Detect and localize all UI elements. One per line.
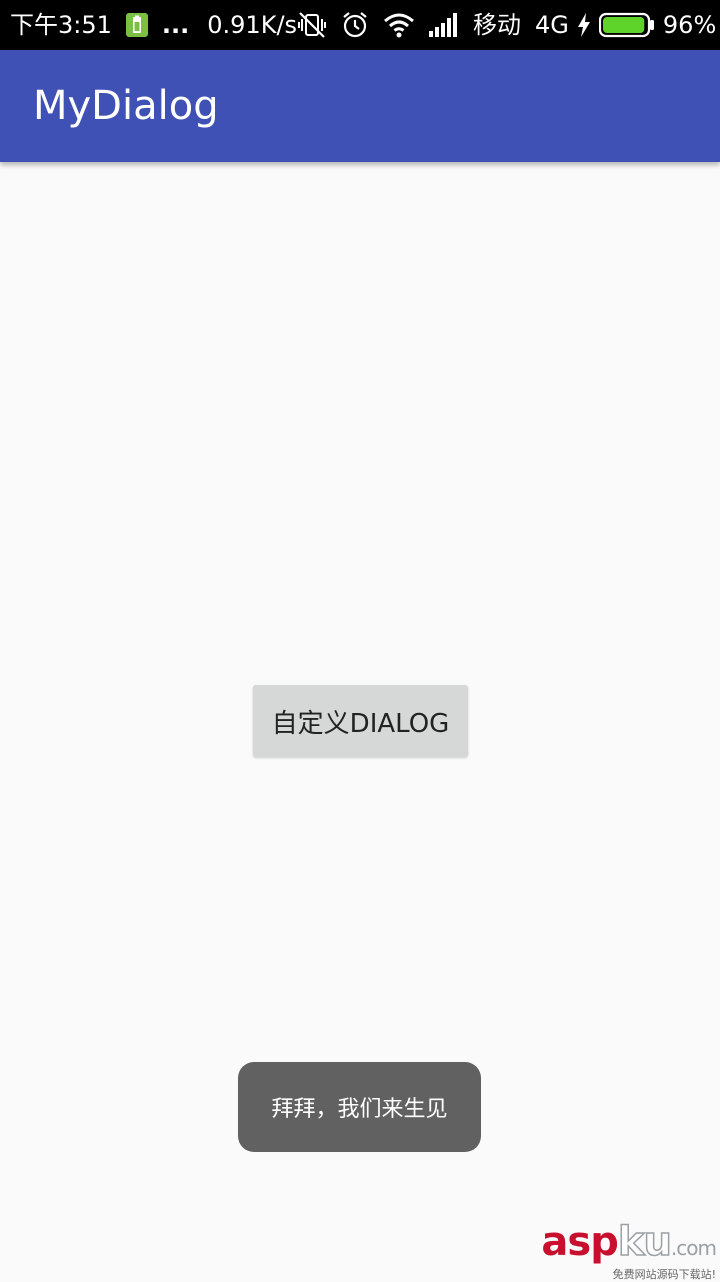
status-bar: 下午3:51 ... 0.91K/s 移动 4G 96% xyxy=(0,0,720,50)
status-bar-right: 移动 4G 96% xyxy=(297,0,716,50)
app-bar: MyDialog xyxy=(0,50,720,162)
watermark-logo-text: aspku.com xyxy=(536,1219,717,1268)
alarm-icon xyxy=(341,11,369,39)
vibrate-off-icon xyxy=(297,11,327,39)
status-carrier: 移动 xyxy=(473,11,522,39)
watermark-ku: ku xyxy=(617,1219,673,1265)
custom-dialog-button[interactable]: 自定义DIALOG xyxy=(253,685,468,757)
status-bar-left: 下午3:51 ... 0.91K/s xyxy=(10,0,297,50)
toast-message: 拜拜，我们来生见 xyxy=(238,1062,481,1152)
signal-icon xyxy=(429,13,459,37)
toast-text: 拜拜，我们来生见 xyxy=(271,1097,448,1122)
status-battery-level: 96% xyxy=(662,11,717,39)
charging-icon xyxy=(577,13,591,37)
status-net-speed: 0.91K/s xyxy=(207,11,298,39)
battery-icon xyxy=(598,12,655,38)
app-title: MyDialog xyxy=(33,83,219,129)
watermark-com: .com xyxy=(670,1236,717,1260)
status-overflow-dots: ... xyxy=(161,11,190,39)
battery-saver-icon xyxy=(125,13,148,37)
watermark-asp: asp xyxy=(541,1219,618,1265)
wifi-icon xyxy=(383,12,415,38)
watermark-logo: aspku.com 免费网站源码下载站! xyxy=(536,1219,717,1281)
main-content: 自定义DIALOG 拜拜，我们来生见 xyxy=(0,162,720,1280)
status-network-type: 4G xyxy=(535,11,569,39)
status-time: 下午3:51 xyxy=(10,11,112,39)
